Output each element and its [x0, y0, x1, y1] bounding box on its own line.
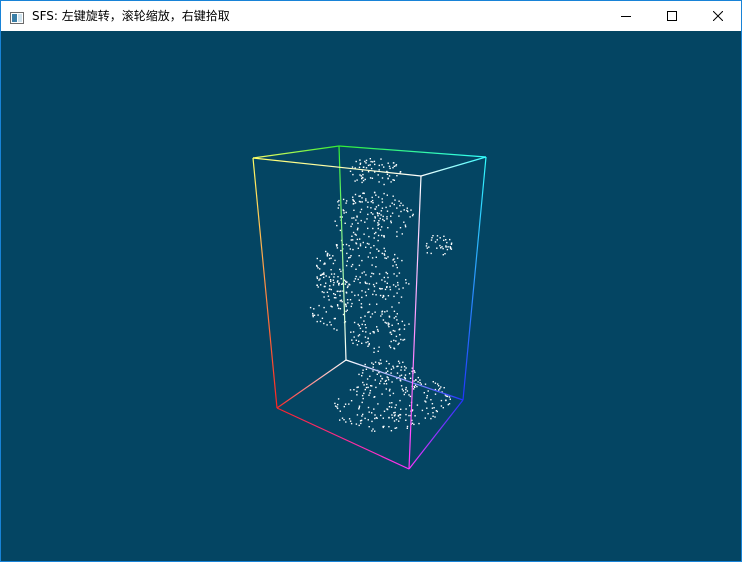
app-window-icon: [10, 9, 24, 24]
close-button[interactable]: [695, 1, 741, 31]
bounding-box: [252, 145, 487, 470]
minimize-icon: [621, 16, 631, 17]
minimize-button[interactable]: [603, 1, 649, 31]
3d-viewport[interactable]: [1, 31, 741, 561]
voxel-scene: [252, 145, 487, 470]
maximize-icon: [667, 11, 677, 21]
point-cloud: [309, 158, 453, 432]
window-title: SFS: 左键旋转，滚轮缩放，右键拾取: [32, 9, 230, 23]
application-window: SFS: 左键旋转，滚轮缩放，右键拾取: [0, 0, 742, 562]
close-icon: [713, 11, 723, 21]
title-bar[interactable]: SFS: 左键旋转，滚轮缩放，右键拾取: [1, 1, 741, 31]
maximize-button[interactable]: [649, 1, 695, 31]
